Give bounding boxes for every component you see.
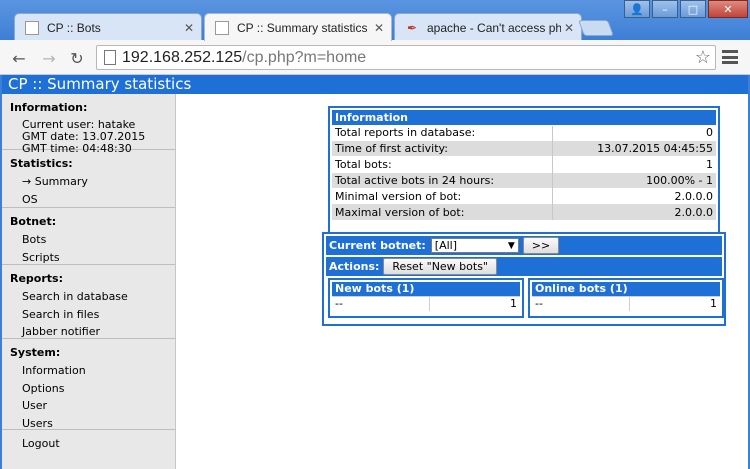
row-value: 1: [552, 156, 716, 173]
online-bots-title: Online bots (1): [532, 282, 720, 296]
row-label: Time of first activity:: [332, 140, 553, 157]
section-title: Reports:: [10, 272, 63, 285]
online-bots-table: Online bots (1) -- 1: [532, 282, 720, 311]
information-title: Information: [332, 110, 716, 125]
sidebar-item-jabber-notifier[interactable]: Jabber notifier: [2, 323, 175, 341]
new-bots-table: New bots (1) -- 1: [332, 282, 520, 311]
bookmark-star-icon[interactable]: ☆: [695, 47, 711, 68]
chevron-down-icon: ▼: [507, 240, 515, 251]
apache-feather-icon: ✒: [406, 20, 418, 35]
sidebar-section-reports: Reports: Search in database Search in fi…: [2, 265, 175, 339]
botnet-select-value: [All]: [434, 239, 458, 252]
section-title: Statistics:: [10, 157, 73, 170]
sidebar: Information: Current user: hatake GMT da…: [2, 94, 176, 469]
close-tab-icon[interactable]: ✕: [561, 21, 577, 35]
address-bar[interactable]: 192.168.252.125/cp.php?m=home ☆: [96, 45, 716, 70]
reset-new-bots-button[interactable]: Reset "New bots": [383, 258, 497, 275]
table-row: Maximal version of bot: 2.0.0.0: [332, 203, 716, 220]
table-row: Total active bots in 24 hours: 100.00% -…: [332, 171, 716, 189]
row-label: Minimal version of bot:: [332, 187, 553, 204]
sidebar-item-search-files[interactable]: Search in files: [2, 306, 175, 324]
row-label: Total active bots in 24 hours:: [332, 171, 553, 189]
row-value: 13.07.2015 04:45:55: [552, 140, 716, 157]
row-value: 100.00% - 1: [552, 171, 716, 189]
table-row: Minimal version of bot: 2.0.0.0: [332, 187, 716, 204]
table-row: Total bots: 1: [332, 156, 716, 173]
row-value: 0: [552, 124, 716, 141]
sidebar-item-os[interactable]: OS: [2, 191, 175, 209]
new-tab-button[interactable]: [578, 20, 614, 36]
sidebar-section-statistics: Statistics: → Summary OS: [2, 150, 175, 208]
sidebar-item-search-database[interactable]: Search in database: [2, 288, 175, 306]
sidebar-item-bots[interactable]: Bots: [2, 231, 175, 249]
user-icon[interactable]: 👤: [624, 0, 650, 18]
tab-apache[interactable]: ✒ apache - Can't access php fil ✕: [394, 13, 582, 41]
table-row: Total reports in database: 0: [332, 124, 716, 141]
tab-bots[interactable]: CP :: Bots ✕: [14, 13, 202, 41]
close-window-button[interactable]: ✕: [708, 0, 748, 18]
section-title: Information:: [10, 101, 88, 114]
back-arrow-icon[interactable]: ←: [8, 47, 30, 69]
page-icon: [215, 20, 229, 35]
url-path: /cp.php?m=home: [242, 48, 367, 66]
minimize-button[interactable]: –: [652, 0, 678, 18]
menu-icon[interactable]: [721, 48, 739, 66]
page-icon: [25, 20, 39, 35]
browser-titlebar: CP :: Bots ✕ CP :: Summary statistics ✕ …: [0, 0, 750, 41]
section-title: Botnet:: [10, 215, 57, 228]
tab-label: apache - Can't access php fil: [427, 20, 561, 35]
main-area: Information Total reports in database: 0…: [176, 94, 748, 469]
logout-link[interactable]: Logout: [2, 435, 175, 453]
section-title: System:: [10, 346, 61, 359]
table-row: Time of first activity: 13.07.2015 04:45…: [332, 140, 716, 157]
tab-label: CP :: Bots: [47, 20, 101, 35]
new-bots-title: New bots (1): [332, 282, 520, 296]
botnet-panel: Current botnet: [All] ▼ >> Actions: Rese…: [322, 232, 726, 326]
information-panel: Information Total reports in database: 0…: [328, 106, 720, 240]
sidebar-item-summary[interactable]: → Summary: [2, 173, 175, 191]
tab-summary-statistics[interactable]: CP :: Summary statistics ✕: [204, 13, 392, 41]
sidebar-item-options[interactable]: Options: [2, 380, 175, 398]
row-label: --: [332, 295, 430, 311]
row-value: 1: [428, 295, 520, 311]
sidebar-section-information: Information: Current user: hatake GMT da…: [2, 94, 175, 155]
sidebar-item-user[interactable]: User: [2, 397, 175, 415]
current-botnet-row: Current botnet: [All] ▼ >>: [326, 236, 722, 255]
forward-arrow-icon[interactable]: →: [38, 47, 60, 69]
row-value: 2.0.0.0: [552, 203, 716, 220]
maximize-button[interactable]: □: [680, 0, 706, 18]
sidebar-section-system: System: Information Options User Users: [2, 339, 175, 430]
reload-icon[interactable]: ↻: [66, 47, 88, 69]
close-tab-icon[interactable]: ✕: [371, 21, 387, 35]
botnet-select[interactable]: [All] ▼: [430, 238, 519, 253]
row-label: Total reports in database:: [332, 124, 553, 141]
tab-label: CP :: Summary statistics: [237, 20, 368, 35]
table-row: -- 1: [332, 295, 520, 311]
go-button[interactable]: >>: [522, 237, 560, 254]
page-icon: [104, 50, 116, 65]
table-row: -- 1: [532, 295, 720, 311]
row-value: 1: [628, 295, 720, 311]
close-tab-icon[interactable]: ✕: [181, 21, 197, 35]
actions-row: Actions: Reset "New bots": [326, 257, 722, 276]
row-label: Total bots:: [332, 156, 553, 173]
new-bots-panel: New bots (1) -- 1: [328, 278, 524, 318]
sidebar-item-information[interactable]: Information: [2, 362, 175, 380]
row-label: --: [532, 295, 630, 311]
url-host: 192.168.252.125: [122, 48, 243, 66]
current-botnet-label: Current botnet:: [329, 239, 426, 252]
page-content: CP :: Summary statistics Information: Cu…: [0, 75, 750, 469]
actions-label: Actions:: [329, 260, 380, 273]
online-bots-panel: Online bots (1) -- 1: [528, 278, 724, 318]
row-value: 2.0.0.0: [552, 187, 716, 204]
information-table: Information Total reports in database: 0…: [332, 110, 716, 220]
sidebar-section-logout: Logout: [2, 430, 175, 457]
page-title: CP :: Summary statistics: [2, 75, 748, 94]
row-label: Maximal version of bot:: [332, 203, 553, 220]
sidebar-item-scripts[interactable]: Scripts: [2, 249, 175, 267]
browser-toolbar: ← → ↻ 192.168.252.125/cp.php?m=home ☆: [0, 40, 750, 75]
sidebar-section-botnet: Botnet: Bots Scripts: [2, 208, 175, 265]
